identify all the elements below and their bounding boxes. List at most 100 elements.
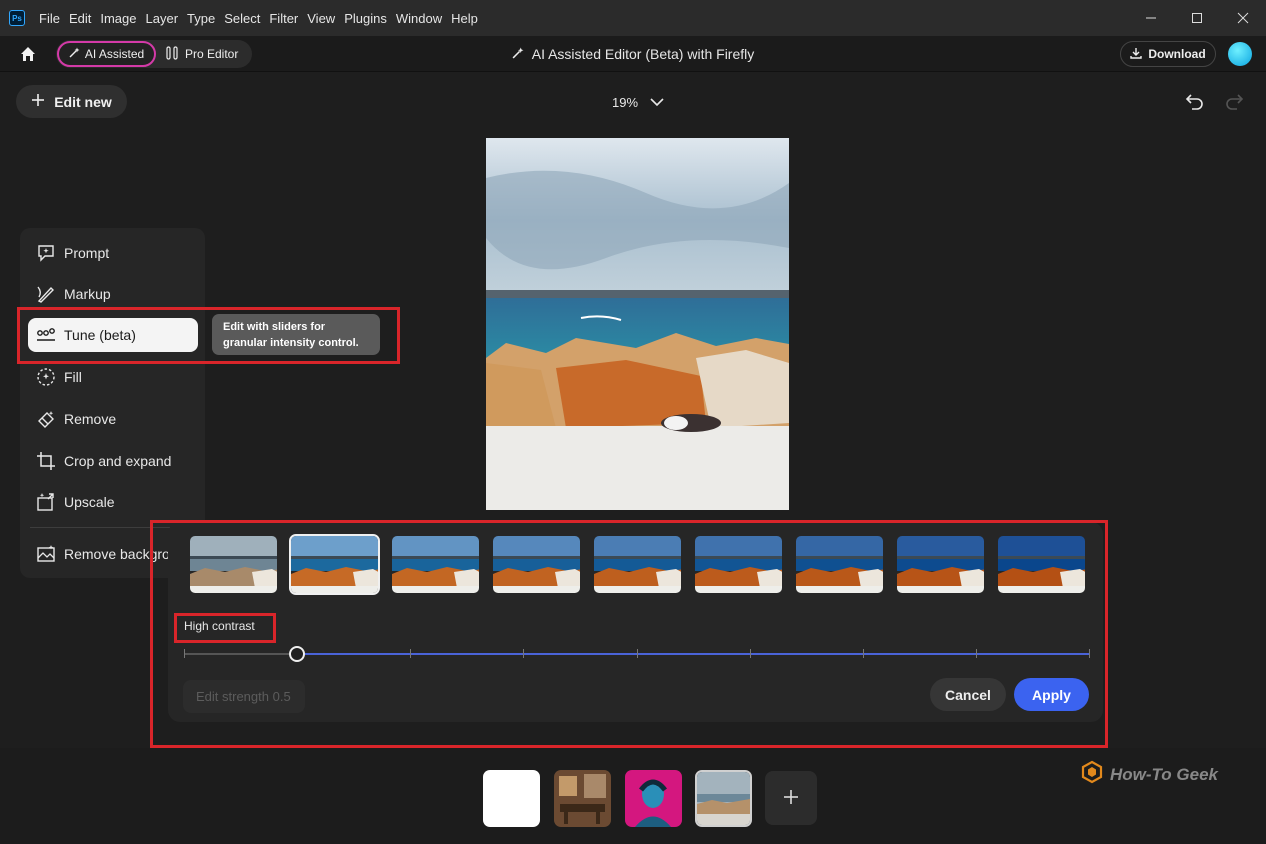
- slider-track-inactive: [184, 653, 297, 655]
- menu-items: File Edit Image Layer Type Select Filter…: [39, 11, 487, 26]
- tool-label: Markup: [64, 286, 111, 302]
- ai-assisted-button[interactable]: AI Assisted: [57, 41, 156, 67]
- howtogeek-logo-icon: [1080, 760, 1104, 789]
- markup-icon: [36, 284, 56, 304]
- prompt-icon: [36, 243, 56, 263]
- sparkle-icon: [69, 47, 80, 61]
- tool-label: Prompt: [64, 245, 110, 261]
- watermark-text: How-To Geek: [1110, 764, 1218, 784]
- zoom-level: 19%: [612, 94, 639, 110]
- sliders-icon: [166, 45, 179, 63]
- menu-select[interactable]: Select: [224, 11, 260, 26]
- slider-thumb[interactable]: [289, 646, 305, 662]
- preset-thumbnail[interactable]: [188, 534, 279, 595]
- tool-upscale[interactable]: Upscale: [28, 485, 198, 519]
- preset-thumbnail[interactable]: [592, 534, 683, 595]
- preset-thumbnail[interactable]: [289, 534, 380, 595]
- preset-strip: [188, 534, 1087, 595]
- canvas-image[interactable]: [486, 138, 789, 510]
- cancel-button[interactable]: Cancel: [930, 678, 1006, 711]
- chevron-down-icon: [650, 95, 664, 110]
- preset-thumbnail[interactable]: [693, 534, 784, 595]
- plus-icon: [31, 93, 45, 110]
- maximize-icon[interactable]: [1174, 0, 1220, 36]
- edit-new-label: Edit new: [54, 93, 112, 110]
- tune-icon: [36, 325, 56, 345]
- download-label: Download: [1148, 47, 1206, 61]
- avatar[interactable]: [1228, 42, 1252, 66]
- undo-icon[interactable]: [1184, 90, 1206, 112]
- tune-tooltip: Edit with sliders for granular intensity…: [212, 314, 380, 355]
- slider-tick: [637, 649, 638, 658]
- window-controls: [1128, 0, 1266, 36]
- fill-icon: [36, 367, 56, 387]
- download-button[interactable]: Download: [1120, 41, 1216, 67]
- tool-label: Tune (beta): [64, 327, 136, 343]
- strength-slider[interactable]: [184, 646, 1090, 662]
- menu-plugins[interactable]: Plugins: [344, 11, 387, 26]
- menu-help[interactable]: Help: [451, 11, 478, 26]
- menu-layer[interactable]: Layer: [146, 11, 179, 26]
- slider-tick: [863, 649, 864, 658]
- tool-tune[interactable]: Tune (beta): [28, 318, 198, 352]
- remove-icon: [36, 409, 56, 429]
- tool-crop[interactable]: Crop and expand: [28, 444, 198, 478]
- document-thumbnail-room[interactable]: [554, 770, 611, 827]
- home-icon[interactable]: [18, 44, 38, 64]
- plus-icon: [783, 784, 799, 812]
- tool-label: Remove: [64, 411, 117, 427]
- tool-prompt[interactable]: Prompt: [28, 236, 198, 270]
- menu-image[interactable]: Image: [100, 11, 136, 26]
- mode-toggle: AI Assisted Pro Editor: [56, 40, 252, 68]
- menu-filter[interactable]: Filter: [269, 11, 298, 26]
- menu-window[interactable]: Window: [396, 11, 442, 26]
- minimize-icon[interactable]: [1128, 0, 1174, 36]
- preset-thumbnail[interactable]: [996, 534, 1087, 595]
- preset-thumbnail[interactable]: [895, 534, 986, 595]
- preset-thumbnail[interactable]: [794, 534, 885, 595]
- app-header: AI Assisted Pro Editor AI Assisted Edito…: [0, 36, 1266, 72]
- tool-label: Upscale: [64, 494, 115, 510]
- menu-file[interactable]: File: [39, 11, 60, 26]
- slider-tick: [184, 649, 185, 658]
- pro-editor-label: Pro Editor: [185, 47, 239, 61]
- slider-tick: [1089, 649, 1090, 658]
- menu-type[interactable]: Type: [187, 11, 215, 26]
- document-thumbnail-beach[interactable]: [695, 770, 752, 827]
- close-icon[interactable]: [1220, 0, 1266, 36]
- tool-markup[interactable]: Markup: [28, 277, 198, 311]
- menu-edit[interactable]: Edit: [69, 11, 91, 26]
- add-document-button[interactable]: [765, 771, 817, 825]
- upscale-icon: [36, 492, 56, 512]
- redo-icon[interactable]: [1223, 90, 1245, 112]
- slider-tick: [523, 649, 524, 658]
- tool-label: Crop and expand: [64, 453, 172, 469]
- preset-thumbnail[interactable]: [491, 534, 582, 595]
- menu-bar: Ps File Edit Image Layer Type Select Fil…: [0, 0, 1266, 36]
- photoshop-logo-icon: Ps: [9, 10, 25, 26]
- slider-tick: [976, 649, 977, 658]
- edit-new-button[interactable]: Edit new: [16, 85, 127, 118]
- sparkle-icon: [512, 46, 524, 62]
- preset-thumbnail[interactable]: [390, 534, 481, 595]
- app-title-text: AI Assisted Editor (Beta) with Firefly: [531, 46, 755, 62]
- slider-tick: [750, 649, 751, 658]
- slider-tick: [410, 649, 411, 658]
- apply-button[interactable]: Apply: [1014, 678, 1089, 711]
- pro-editor-button[interactable]: Pro Editor: [166, 41, 238, 67]
- tune-panel: High contrast Edit strength 0.5 Cancel A…: [168, 522, 1103, 722]
- tool-label: Fill: [64, 369, 82, 385]
- document-thumbnail-blank[interactable]: [483, 770, 540, 827]
- watermark: How-To Geek: [1080, 760, 1218, 789]
- tool-label: Remove backgrou: [64, 546, 178, 562]
- slider-track-active: [297, 653, 1089, 655]
- edit-strength-field[interactable]: Edit strength 0.5: [183, 680, 305, 713]
- crop-icon: [36, 451, 56, 471]
- zoom-dropdown[interactable]: 19%: [612, 90, 664, 114]
- document-thumbnail-portrait[interactable]: [625, 770, 682, 827]
- menu-view[interactable]: View: [307, 11, 335, 26]
- tool-fill[interactable]: Fill: [28, 360, 198, 394]
- download-icon: [1130, 47, 1143, 62]
- tool-remove[interactable]: Remove: [28, 402, 198, 436]
- ai-assisted-label: AI Assisted: [84, 47, 145, 61]
